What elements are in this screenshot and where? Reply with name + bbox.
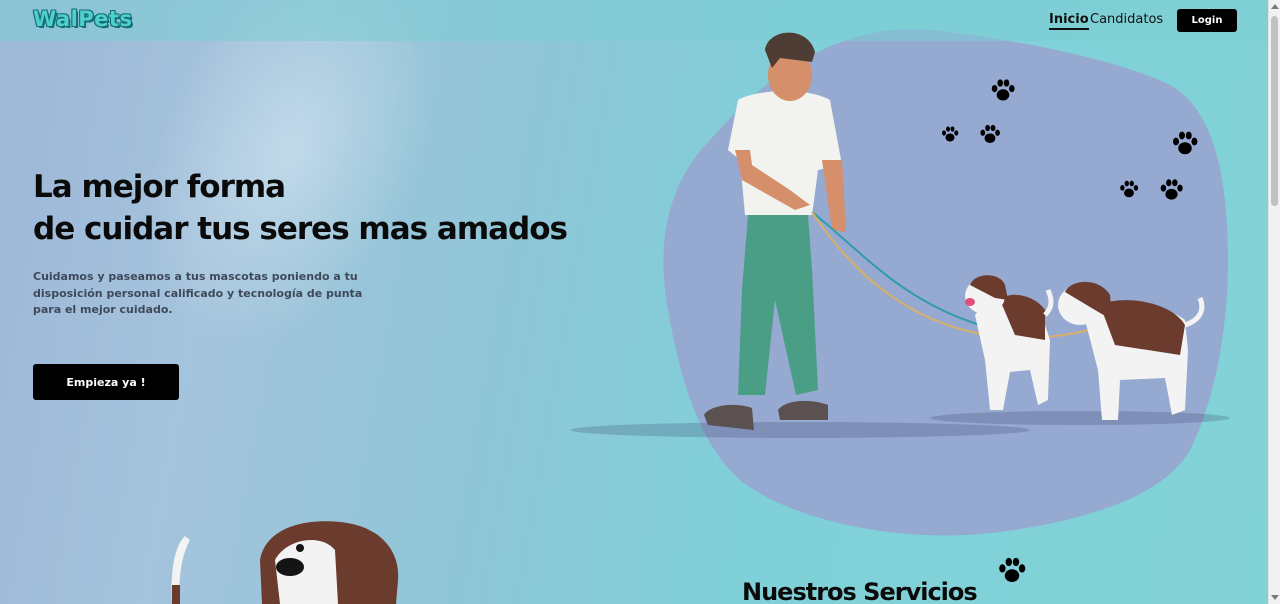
vertical-scrollbar[interactable] bbox=[1268, 0, 1280, 604]
hero-title-line-2: de cuidar tus seres mas amados bbox=[33, 211, 568, 247]
scrollbar-thumb[interactable] bbox=[1271, 16, 1278, 206]
services-section-title: Nuestros Servicios bbox=[742, 578, 978, 604]
chevron-down-icon[interactable] bbox=[1271, 595, 1279, 600]
chevron-up-icon[interactable] bbox=[1271, 4, 1279, 9]
paw-icon bbox=[1120, 180, 1139, 198]
hero-title: La mejor forma de cuidar tus seres mas a… bbox=[33, 166, 568, 250]
paw-icon bbox=[991, 79, 1015, 101]
paw-icon bbox=[980, 124, 1000, 143]
hero-title-line-1: La mejor forma bbox=[33, 169, 286, 205]
hero-description: Cuidamos y paseamos a tus mascotas ponie… bbox=[33, 270, 363, 316]
brand-logo[interactable]: WalPets bbox=[33, 7, 132, 31]
person-walking-dogs-illustration bbox=[570, 32, 1230, 438]
dog-illustration bbox=[171, 521, 399, 604]
paw-icon bbox=[1160, 179, 1183, 200]
paw-icon bbox=[942, 126, 959, 142]
start-now-button[interactable]: Empieza ya ! bbox=[33, 364, 179, 400]
paw-icon bbox=[999, 557, 1026, 582]
paw-icon bbox=[1173, 131, 1198, 155]
